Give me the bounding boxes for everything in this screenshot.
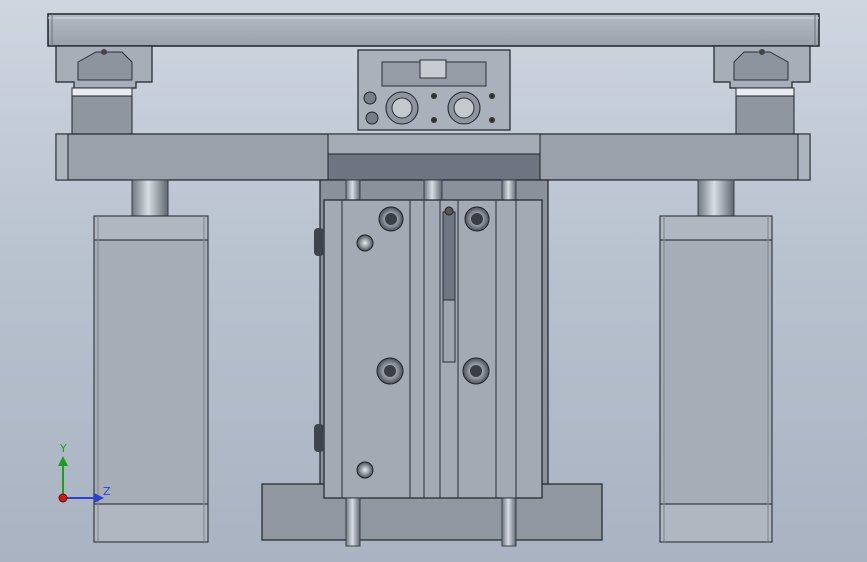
- y-axis-arrowhead: [58, 456, 68, 466]
- guided-cylinder: [314, 179, 549, 547]
- assembly-drawing: [47, 13, 820, 547]
- left-guide-carriage: [55, 45, 153, 137]
- right-guide-rod: [659, 179, 773, 543]
- center-valve-block: [357, 49, 511, 131]
- top-plate: [47, 13, 820, 47]
- z-axis-label: Z: [103, 485, 111, 498]
- cad-viewport[interactable]: Y Z: [0, 0, 867, 562]
- right-guide-carriage: [713, 45, 811, 137]
- middle-crossbar: [55, 133, 811, 181]
- triad-origin: [58, 493, 68, 503]
- y-axis-label: Y: [60, 442, 67, 455]
- left-guide-rod: [93, 179, 209, 543]
